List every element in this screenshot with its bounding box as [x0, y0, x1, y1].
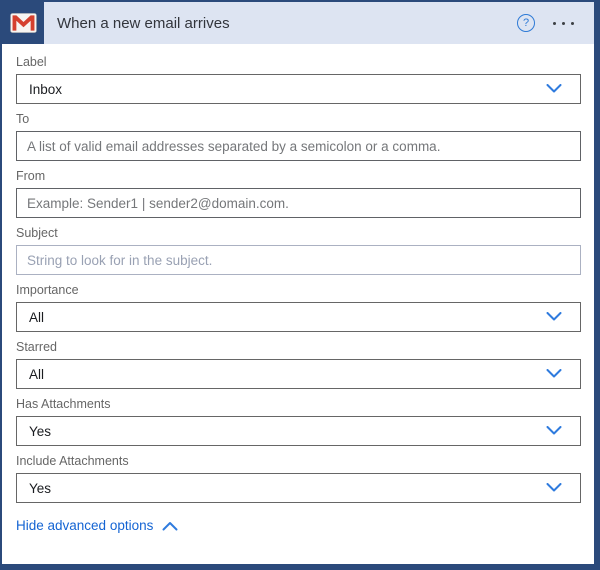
- chevron-down-icon: [546, 483, 562, 492]
- field-label: Label Inbox: [16, 55, 581, 104]
- label-dropdown[interactable]: Inbox: [16, 74, 581, 104]
- field-label-has-attachments: Has Attachments: [16, 397, 111, 411]
- field-label-importance: Importance: [16, 283, 79, 297]
- chevron-down-icon: [546, 84, 562, 93]
- label-selected-value: Inbox: [29, 81, 63, 97]
- include-attachments-selected-value: Yes: [29, 480, 52, 496]
- card-body: LabelInboxToFromSubjectImportanceAllStar…: [2, 44, 594, 545]
- field-label-include-attachments: Include Attachments: [16, 454, 129, 468]
- hide-advanced-options-link[interactable]: Hide advanced options: [16, 518, 178, 533]
- hide-advanced-options-label: Hide advanced options: [16, 518, 154, 533]
- chevron-down-icon: [546, 312, 562, 321]
- chevron-up-icon: [162, 521, 178, 530]
- from-input[interactable]: [16, 188, 581, 218]
- to-input[interactable]: [16, 131, 581, 161]
- field-to: To: [16, 112, 581, 161]
- has-attachments-dropdown[interactable]: Yes: [16, 416, 581, 446]
- include-attachments-dropdown[interactable]: Yes: [16, 473, 581, 503]
- field-from: From: [16, 169, 581, 218]
- help-icon[interactable]: ?: [517, 14, 535, 32]
- field-starred: Starred All: [16, 340, 581, 389]
- card-footer: Hide advanced options: [16, 517, 581, 545]
- field-label-subject: Subject: [16, 226, 58, 240]
- trigger-card: When a new email arrives ? Label Inbox To F…: [0, 0, 600, 570]
- field-label-from: From: [16, 169, 46, 183]
- starred-dropdown[interactable]: All: [16, 359, 581, 389]
- subject-input[interactable]: [16, 245, 581, 275]
- field-has-attachments: Has Attachments Yes: [16, 397, 581, 446]
- gmail-icon: [2, 2, 44, 44]
- starred-selected-value: All: [29, 366, 45, 382]
- ellipsis-menu-icon[interactable]: [551, 18, 576, 29]
- chevron-down-icon: [546, 369, 562, 378]
- card-title: When a new email arrives: [57, 14, 230, 32]
- field-importance: Importance All: [16, 283, 581, 332]
- card-header: When a new email arrives ?: [2, 2, 594, 44]
- field-label-to: To: [16, 112, 30, 126]
- importance-selected-value: All: [29, 309, 45, 325]
- header-actions: ?: [517, 2, 594, 44]
- field-label-starred: Starred: [16, 340, 57, 354]
- field-label-label: Label: [16, 55, 47, 69]
- fields-container: LabelInboxToFromSubjectImportanceAllStar…: [16, 55, 581, 503]
- has-attachments-selected-value: Yes: [29, 423, 52, 439]
- field-include-attachments: Include Attachments Yes: [16, 454, 581, 503]
- field-subject: Subject: [16, 226, 581, 275]
- importance-dropdown[interactable]: All: [16, 302, 581, 332]
- chevron-down-icon: [546, 426, 562, 435]
